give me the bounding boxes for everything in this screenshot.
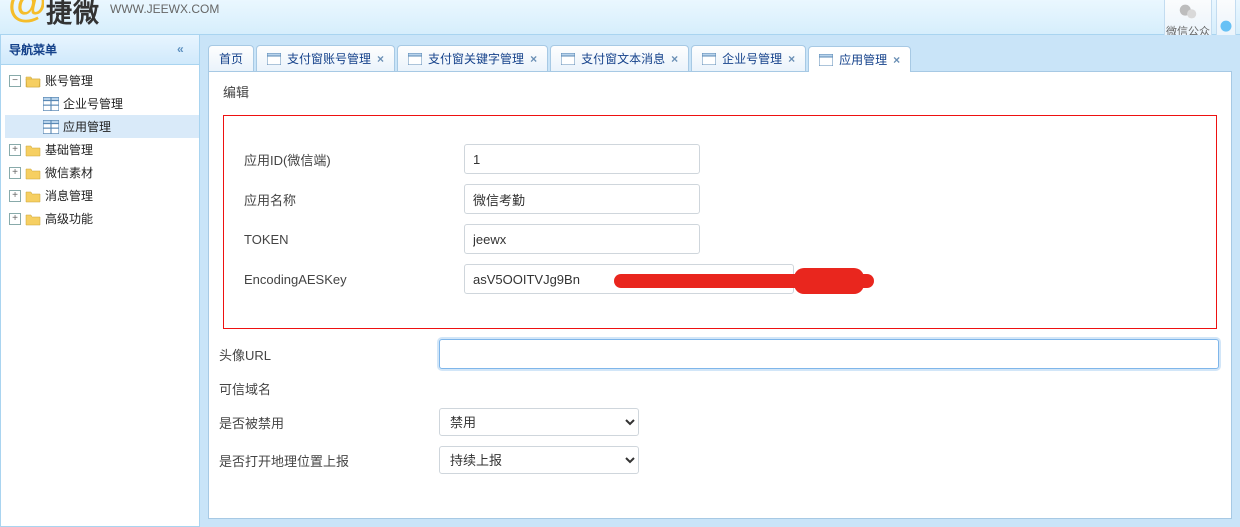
tab-close-icon[interactable]: × <box>377 53 384 65</box>
expand-toggle-icon[interactable]: − <box>9 75 21 87</box>
tree-node-advanced[interactable]: + 高级功能 <box>5 207 199 230</box>
table-icon <box>819 54 833 66</box>
tab-pay-keyword[interactable]: 支付窗关键字管理 × <box>397 45 548 71</box>
highlighted-section: 应用ID(微信端) 应用名称 TOKEN EncodingAESKey <box>223 115 1217 329</box>
tab-label: 企业号管理 <box>722 50 782 67</box>
tab-bar: 首页 支付窗账号管理 × 支付窗关键字管理 × 支付窗文本消息 × 企业号管理 … <box>200 35 1240 71</box>
form-panel: 编辑 应用ID(微信端) 应用名称 TOKEN EncodingAESKey <box>208 71 1232 519</box>
tree-node-enterprise-mgmt[interactable]: 企业号管理 <box>5 92 199 115</box>
main-layout: 导航菜单 « − 账号管理 企业号管理 应用管理 <box>0 35 1240 527</box>
input-avatar-url[interactable] <box>439 339 1219 369</box>
tree-label: 应用管理 <box>63 118 111 135</box>
row-token: TOKEN <box>234 224 1206 254</box>
label-geo-report: 是否打开地理位置上报 <box>219 451 439 470</box>
label-aeskey: EncodingAESKey <box>244 272 464 287</box>
folder-icon <box>25 189 41 203</box>
tab-label: 首页 <box>219 50 243 67</box>
tree-node-account-mgmt[interactable]: − 账号管理 <box>5 69 199 92</box>
folder-icon <box>25 212 41 226</box>
tree-node-basic-mgmt[interactable]: + 基础管理 <box>5 138 199 161</box>
table-icon <box>408 53 422 65</box>
wechat-icon <box>1177 1 1199 23</box>
label-avatar-url: 头像URL <box>219 345 439 364</box>
select-geo-report[interactable]: 持续上报 <box>439 446 639 474</box>
select-disabled[interactable]: 禁用 <box>439 408 639 436</box>
panel-title: 编辑 <box>209 72 1231 115</box>
sidebar-collapse-button[interactable]: « <box>177 43 191 57</box>
table-icon <box>43 97 59 111</box>
tree-label: 消息管理 <box>45 187 93 204</box>
nav-tree: − 账号管理 企业号管理 应用管理 + <box>1 65 199 526</box>
tab-enterprise[interactable]: 企业号管理 × <box>691 45 806 71</box>
redaction-mark <box>794 268 864 294</box>
input-app-name[interactable] <box>464 184 700 214</box>
expand-toggle-icon[interactable]: + <box>9 167 21 179</box>
expand-toggle-icon[interactable]: + <box>9 144 21 156</box>
row-aeskey: EncodingAESKey <box>234 264 1206 294</box>
tab-pay-text[interactable]: 支付窗文本消息 × <box>550 45 689 71</box>
label-app-id: 应用ID(微信端) <box>244 150 464 169</box>
sidebar: 导航菜单 « − 账号管理 企业号管理 应用管理 <box>0 35 200 527</box>
row-app-name: 应用名称 <box>234 184 1206 214</box>
tree-node-app-mgmt[interactable]: 应用管理 <box>5 115 199 138</box>
row-disabled: 是否被禁用 禁用 <box>209 408 1231 436</box>
folder-icon <box>25 166 41 180</box>
table-icon <box>702 53 716 65</box>
tab-close-icon[interactable]: × <box>530 53 537 65</box>
tab-close-icon[interactable]: × <box>671 53 678 65</box>
logo-icon <box>10 0 44 27</box>
tree-label: 基础管理 <box>45 141 93 158</box>
expand-toggle-icon[interactable]: + <box>9 213 21 225</box>
label-disabled: 是否被禁用 <box>219 413 439 432</box>
tab-label: 支付窗账号管理 <box>287 50 371 67</box>
app-header: 捷微 WWW.JEEWX.COM 微信公众 <box>0 0 1240 35</box>
tree-label: 账号管理 <box>45 72 93 89</box>
tab-label: 支付窗文本消息 <box>581 50 665 67</box>
input-token[interactable] <box>464 224 700 254</box>
row-geo-report: 是否打开地理位置上报 持续上报 <box>209 446 1231 474</box>
tree-node-wechat-material[interactable]: + 微信素材 <box>5 161 199 184</box>
tab-label: 支付窗关键字管理 <box>428 50 524 67</box>
tab-close-icon[interactable]: × <box>788 53 795 65</box>
tree-node-message-mgmt[interactable]: + 消息管理 <box>5 184 199 207</box>
content-area: 首页 支付窗账号管理 × 支付窗关键字管理 × 支付窗文本消息 × 企业号管理 … <box>200 35 1240 527</box>
folder-icon <box>25 143 41 157</box>
table-icon <box>43 120 59 134</box>
label-token: TOKEN <box>244 232 464 247</box>
table-icon <box>267 53 281 65</box>
input-app-id[interactable] <box>464 144 700 174</box>
label-app-name: 应用名称 <box>244 190 464 209</box>
site-url: WWW.JEEWX.COM <box>110 2 219 16</box>
tab-close-icon[interactable]: × <box>893 54 900 66</box>
sidebar-title-bar: 导航菜单 « <box>1 35 199 65</box>
tree-label: 企业号管理 <box>63 95 123 112</box>
table-icon <box>561 53 575 65</box>
tab-app[interactable]: 应用管理 × <box>808 46 911 72</box>
tree-label: 微信素材 <box>45 164 93 181</box>
tab-label: 应用管理 <box>839 51 887 68</box>
row-avatar-url: 头像URL <box>209 339 1231 369</box>
tab-pay-account[interactable]: 支付窗账号管理 × <box>256 45 395 71</box>
row-app-id: 应用ID(微信端) <box>234 144 1206 174</box>
folder-open-icon <box>25 74 41 88</box>
expand-toggle-icon[interactable]: + <box>9 190 21 202</box>
sidebar-title: 导航菜单 <box>9 41 57 58</box>
brand-name: 捷微 <box>46 0 100 26</box>
tree-label: 高级功能 <box>45 210 93 227</box>
label-trust-domain: 可信域名 <box>219 379 439 398</box>
row-trust-domain: 可信域名 <box>209 379 1231 398</box>
tab-home[interactable]: 首页 <box>208 45 254 71</box>
